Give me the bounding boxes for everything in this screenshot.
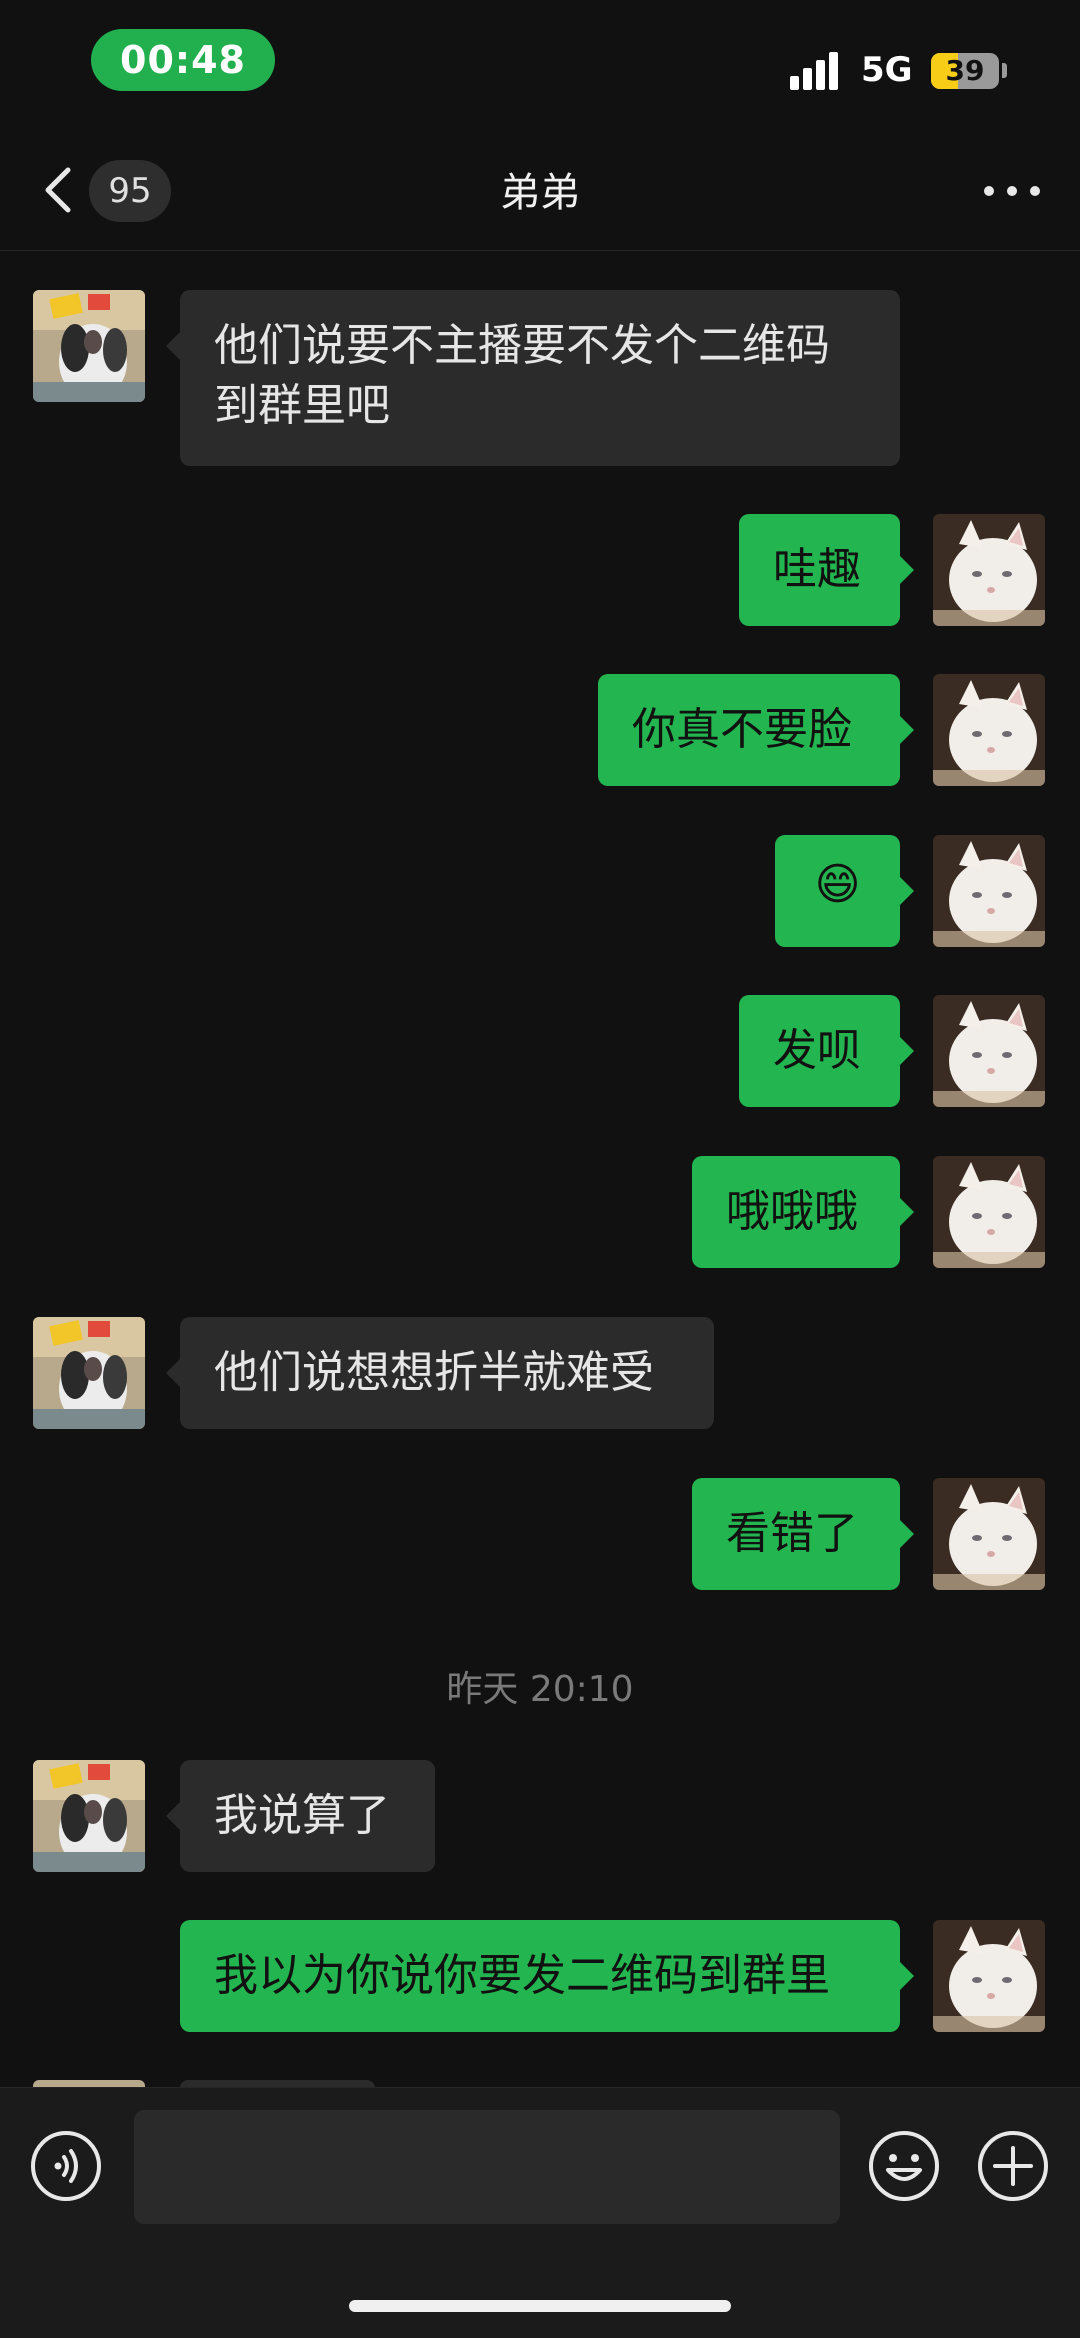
add-icon[interactable] bbox=[977, 2130, 1049, 2202]
message-text: 他们说想想折半就难受 bbox=[214, 1347, 654, 1398]
my-avatar[interactable] bbox=[933, 674, 1045, 786]
battery-icon: 39 bbox=[931, 53, 999, 89]
more-options-icon[interactable] bbox=[984, 186, 1040, 196]
status-bar: 00:48 5G 39 bbox=[0, 0, 1080, 130]
my-avatar[interactable] bbox=[933, 995, 1045, 1107]
my-avatar[interactable] bbox=[933, 514, 1045, 626]
message-text: 我以为你说你要发二维码到群里 bbox=[214, 1950, 830, 2001]
message-text: 哦哦哦 bbox=[726, 1186, 858, 1237]
chat-timestamp: 昨天 20:10 bbox=[446, 1669, 634, 1710]
message-input[interactable] bbox=[134, 2110, 840, 2224]
message-bubble-outgoing[interactable]: 你真不要脸 bbox=[598, 674, 914, 786]
message-bubble-outgoing[interactable]: 发呗 bbox=[739, 995, 914, 1107]
my-avatar[interactable] bbox=[933, 835, 1045, 947]
my-avatar[interactable] bbox=[933, 1156, 1045, 1268]
message-text-line: 他们说要不主播要不发个二维码 bbox=[214, 320, 830, 371]
battery-tip bbox=[1002, 63, 1007, 78]
message-text: 哇趣 bbox=[773, 544, 861, 595]
message-bubble-outgoing[interactable]: 看错了 bbox=[692, 1478, 914, 1590]
contact-avatar[interactable] bbox=[33, 1317, 145, 1429]
contact-avatar[interactable] bbox=[33, 290, 145, 402]
signal-icon bbox=[790, 52, 846, 90]
message-bubble-incoming[interactable]: 我说算了 bbox=[166, 1760, 435, 1872]
contact-avatar[interactable] bbox=[33, 1760, 145, 1872]
message-text: 看错了 bbox=[726, 1508, 858, 1559]
message-bubble-outgoing[interactable]: 哦哦哦 bbox=[692, 1156, 914, 1268]
smile-emoji: 😄 bbox=[814, 859, 861, 910]
message-text: 发呗 bbox=[773, 1025, 861, 1076]
emoji-icon[interactable] bbox=[868, 2130, 940, 2202]
status-time: 00:48 bbox=[91, 29, 275, 91]
message-text: 我说算了 bbox=[214, 1790, 390, 1841]
voice-input-icon[interactable] bbox=[30, 2130, 102, 2202]
message-bubble-incoming[interactable]: 他们说要不主播要不发个二维码 到群里吧 bbox=[166, 290, 900, 466]
message-bubble-outgoing[interactable]: 😄 bbox=[775, 835, 914, 947]
message-text-line: 到群里吧 bbox=[214, 380, 390, 431]
message-bubble-incoming[interactable]: 他们说想想折半就难受 bbox=[166, 1317, 714, 1429]
message-bubble-outgoing[interactable]: 哇趣 bbox=[739, 514, 914, 626]
message-bubble-outgoing[interactable]: 我以为你说你要发二维码到群里 bbox=[180, 1920, 914, 2032]
chat-header: 95 弟弟 bbox=[0, 130, 1080, 251]
home-indicator bbox=[349, 2300, 731, 2312]
network-label: 5G bbox=[861, 50, 913, 90]
my-avatar[interactable] bbox=[933, 1478, 1045, 1590]
message-text: 你真不要脸 bbox=[632, 704, 852, 755]
my-avatar[interactable] bbox=[933, 1920, 1045, 2032]
battery-level: 39 bbox=[945, 54, 985, 87]
chat-title: 弟弟 bbox=[500, 170, 580, 216]
